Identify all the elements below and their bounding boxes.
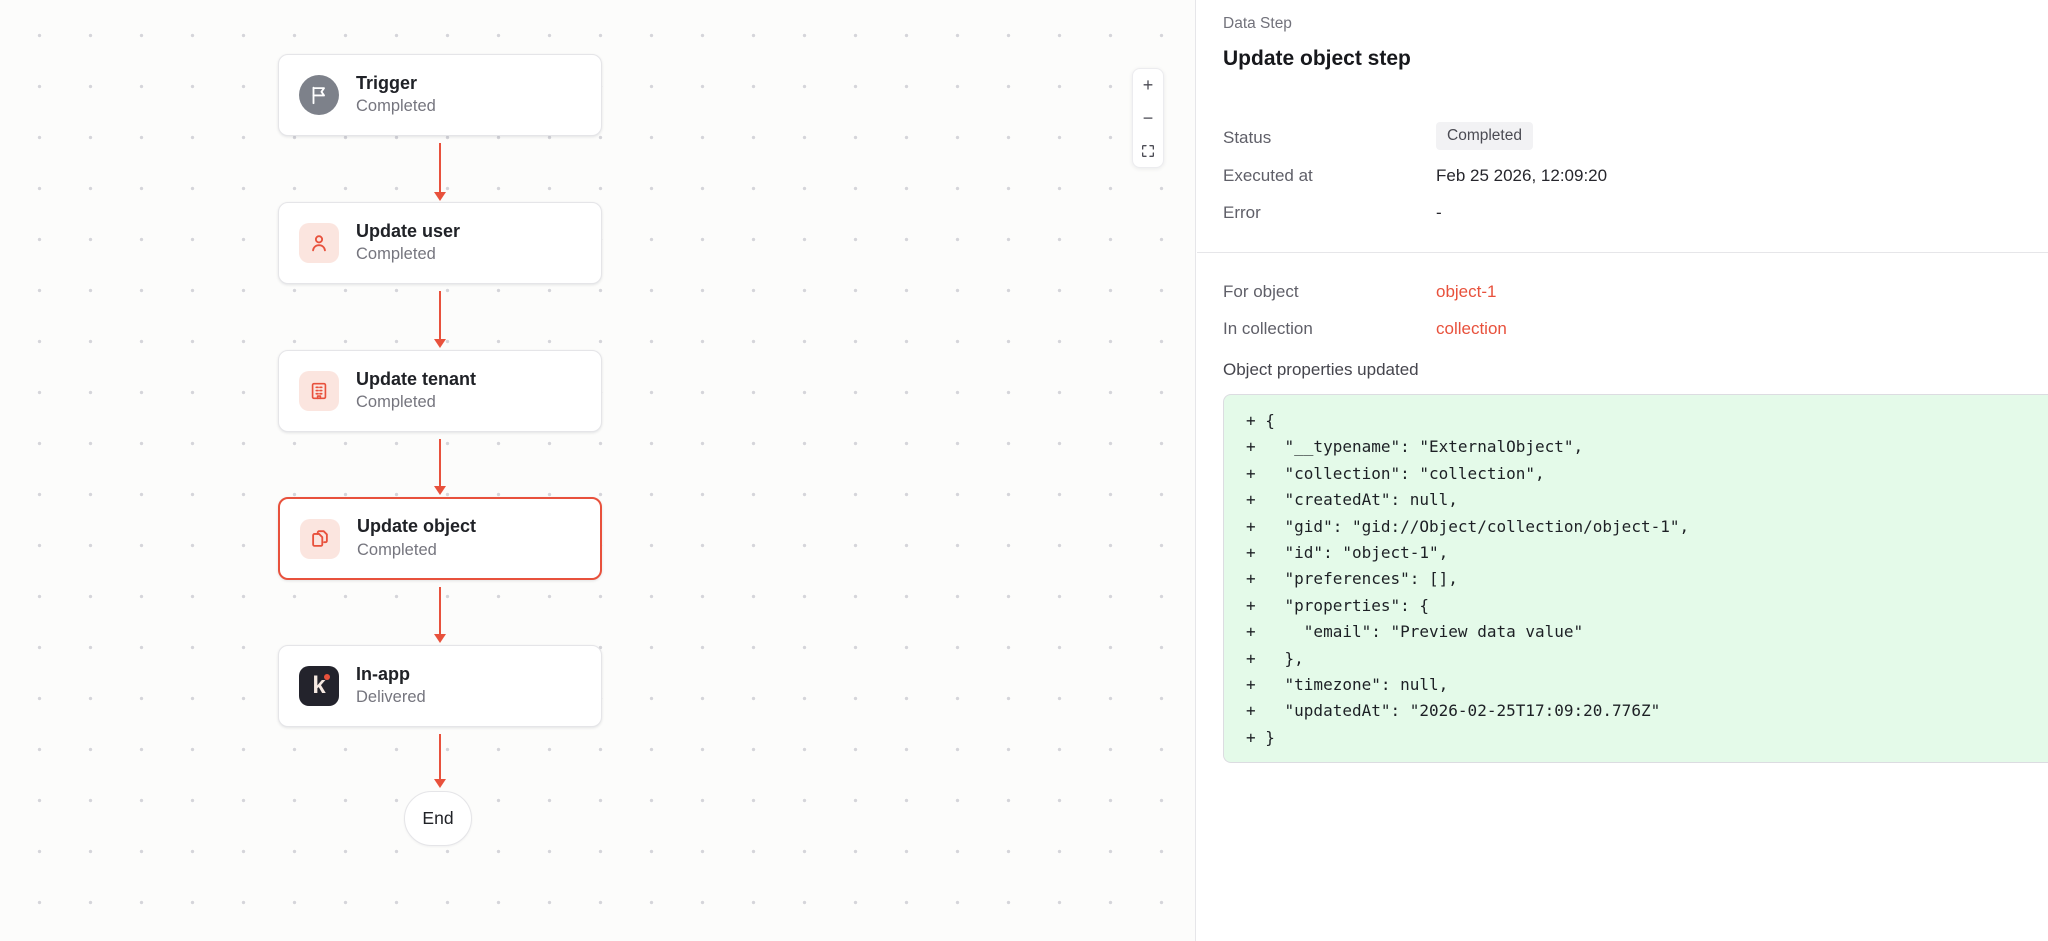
zoom-out-button[interactable]: − bbox=[1133, 102, 1163, 135]
step-title: Update object step bbox=[1223, 47, 1411, 71]
edge-connector bbox=[439, 734, 441, 781]
edge-connector bbox=[439, 143, 441, 194]
node-title: In-app bbox=[356, 664, 426, 686]
edge-arrowhead-icon bbox=[434, 192, 446, 201]
node-title: Update tenant bbox=[356, 369, 476, 391]
node-status: Completed bbox=[356, 97, 436, 117]
fullscreen-icon bbox=[1140, 143, 1156, 159]
fit-view-button[interactable] bbox=[1133, 134, 1163, 167]
workflow-run-view: Trigger Completed Update user Completed bbox=[0, 0, 2048, 941]
object-properties-heading: Object properties updated bbox=[1223, 360, 1419, 380]
edge-arrowhead-icon bbox=[434, 634, 446, 643]
node-update-tenant[interactable]: Update tenant Completed bbox=[278, 350, 602, 432]
node-trigger[interactable]: Trigger Completed bbox=[278, 54, 602, 136]
node-status: Completed bbox=[356, 245, 460, 265]
workflow-canvas[interactable]: Trigger Completed Update user Completed bbox=[0, 0, 1196, 941]
end-node-label: End bbox=[422, 808, 453, 829]
edge-connector bbox=[439, 439, 441, 488]
user-icon bbox=[299, 223, 339, 263]
canvas-zoom-controls: + − bbox=[1132, 68, 1164, 168]
node-status: Completed bbox=[356, 393, 476, 413]
tenant-building-icon bbox=[299, 371, 339, 411]
edge-arrowhead-icon bbox=[434, 486, 446, 495]
error-label: Error bbox=[1223, 203, 1261, 223]
for-object-label: For object bbox=[1223, 282, 1299, 302]
status-label: Status bbox=[1223, 128, 1271, 148]
flag-icon bbox=[299, 75, 339, 115]
node-update-user[interactable]: Update user Completed bbox=[278, 202, 602, 284]
node-update-object[interactable]: Update object Completed bbox=[278, 497, 602, 580]
node-status: Completed bbox=[357, 541, 476, 561]
knock-icon: k bbox=[299, 666, 339, 706]
diff-code: + { + "__typename": "ExternalObject", + … bbox=[1246, 408, 2048, 751]
node-in-app[interactable]: k In-app Delivered bbox=[278, 645, 602, 727]
node-title: Update object bbox=[357, 516, 476, 538]
node-title: Update user bbox=[356, 221, 460, 243]
node-title: Trigger bbox=[356, 73, 436, 95]
zoom-in-button[interactable]: + bbox=[1133, 69, 1163, 102]
edge-arrowhead-icon bbox=[434, 779, 446, 788]
edge-arrowhead-icon bbox=[434, 339, 446, 348]
in-collection-link[interactable]: collection bbox=[1436, 319, 1507, 339]
node-status: Delivered bbox=[356, 688, 426, 708]
for-object-link[interactable]: object-1 bbox=[1436, 282, 1496, 302]
edge-connector bbox=[439, 291, 441, 341]
object-copy-icon bbox=[300, 519, 340, 559]
executed-at-label: Executed at bbox=[1223, 166, 1313, 186]
node-end[interactable]: End bbox=[404, 791, 472, 846]
step-type-label: Data Step bbox=[1223, 15, 1292, 33]
status-badge: Completed bbox=[1436, 122, 1533, 150]
object-properties-diff: + { + "__typename": "ExternalObject", + … bbox=[1223, 394, 2048, 763]
in-collection-label: In collection bbox=[1223, 319, 1313, 339]
panel-divider bbox=[1197, 252, 2048, 253]
step-detail-panel: Data Step Update object step Status Comp… bbox=[1197, 0, 2048, 941]
executed-at-value: Feb 25 2026, 12:09:20 bbox=[1436, 166, 1607, 186]
error-value: - bbox=[1436, 203, 1442, 223]
edge-connector bbox=[439, 587, 441, 636]
